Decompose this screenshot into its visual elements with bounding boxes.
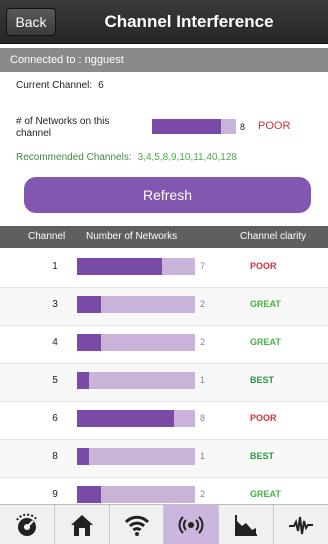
table-row[interactable]: 8 1 BEST [0, 440, 328, 478]
tab-home[interactable] [55, 505, 110, 544]
table-row[interactable]: 3 2 GREAT [0, 288, 328, 326]
row-networks-count: 2 [200, 299, 206, 309]
table-row[interactable]: 1 7 POOR [0, 250, 328, 288]
networks-on-channel-count: 8 [240, 122, 246, 132]
row-networks-bar-fill [77, 448, 89, 465]
row-networks-bar [77, 486, 195, 503]
row-channel-clarity: GREAT [250, 337, 281, 347]
tab-area-chart[interactable] [219, 505, 275, 544]
row-networks-bar [77, 334, 195, 351]
row-networks-count: 8 [200, 413, 206, 423]
row-channel-clarity: GREAT [250, 489, 281, 499]
page-title: Channel Interference [104, 12, 274, 31]
speed-meter-icon [16, 513, 38, 536]
row-networks-bar [77, 372, 195, 389]
column-header-number-of-networks: Number of Networks [86, 231, 178, 242]
back-button[interactable]: Back [6, 8, 56, 36]
table-header: Channel Number of Networks Channel clari… [0, 226, 328, 248]
row-channel: 8 [52, 451, 58, 462]
row-networks-bar [77, 410, 195, 427]
networks-on-channel-label: # of Networks on this channel [16, 116, 110, 139]
row-networks-bar-fill [77, 296, 101, 313]
table-row[interactable]: 5 1 BEST [0, 364, 328, 402]
tab-speed-meter[interactable] [0, 505, 55, 544]
recommended-channels: Recommended Channels: 3,4,5,8,9,10,11,40,… [16, 152, 237, 163]
table-row[interactable]: 6 8 POOR [0, 402, 328, 440]
row-channel-clarity: POOR [250, 261, 277, 271]
tab-channel-interference[interactable] [164, 505, 220, 544]
home-icon [70, 514, 93, 536]
row-networks-bar [77, 448, 195, 465]
table-row[interactable]: 4 2 GREAT [0, 326, 328, 364]
row-networks-count: 7 [200, 261, 206, 271]
row-channel-clarity: GREAT [250, 299, 281, 309]
signal-wave-icon [289, 516, 314, 534]
channel-interference-icon [179, 515, 204, 534]
row-channel: 9 [52, 489, 58, 500]
column-header-channel-clarity: Channel clarity [240, 231, 307, 242]
row-channel-clarity: POOR [250, 413, 277, 423]
networks-on-channel-bar [152, 119, 236, 134]
row-channel: 4 [52, 337, 58, 348]
row-channel-clarity: BEST [250, 451, 275, 461]
row-networks-bar-fill [77, 258, 162, 275]
row-channel: 6 [52, 413, 58, 424]
wifi-icon [124, 515, 149, 536]
tab-wifi[interactable] [110, 505, 165, 544]
row-networks-count: 1 [200, 451, 206, 461]
row-channel-clarity: BEST [250, 375, 275, 385]
row-networks-bar [77, 296, 195, 313]
tab-signal-wave[interactable] [274, 505, 328, 544]
current-channel-value: 6 [98, 80, 104, 91]
row-networks-bar-fill [77, 410, 174, 427]
row-channel: 3 [52, 299, 58, 310]
row-channel: 1 [52, 261, 58, 272]
current-channel-label: Current Channel: [16, 80, 93, 91]
row-networks-count: 1 [200, 375, 206, 385]
channel-list[interactable]: 1 7 POOR 3 2 GREAT 4 2 GREAT 5 1 BEST 6 8 POOR 8 1 BEST 9 2… [0, 250, 328, 504]
networks-on-channel-bar-fill [152, 119, 221, 134]
refresh-button[interactable]: Refresh [24, 177, 311, 213]
area-chart-icon [235, 514, 258, 536]
row-networks-count: 2 [200, 337, 206, 347]
row-networks-bar-fill [77, 372, 89, 389]
row-networks-count: 2 [200, 489, 206, 499]
table-row[interactable]: 9 2 GREAT [0, 478, 328, 504]
row-networks-bar-fill [77, 486, 101, 503]
recommended-channels-label: Recommended Channels: [16, 152, 132, 163]
bottom-tab-bar [0, 504, 328, 544]
row-networks-bar-fill [77, 334, 101, 351]
top-bar: Back Channel Interference [0, 0, 328, 44]
row-channel: 5 [52, 375, 58, 386]
recommended-channels-values: 3,4,5,8,9,10,11,40,128 [137, 152, 237, 163]
connection-status: Connected to : ngguest [0, 48, 328, 72]
current-channel: Current Channel: 6 [16, 80, 104, 91]
current-channel-status: POOR [258, 120, 291, 132]
column-header-channel: Channel [28, 231, 66, 242]
row-networks-bar [77, 258, 195, 275]
